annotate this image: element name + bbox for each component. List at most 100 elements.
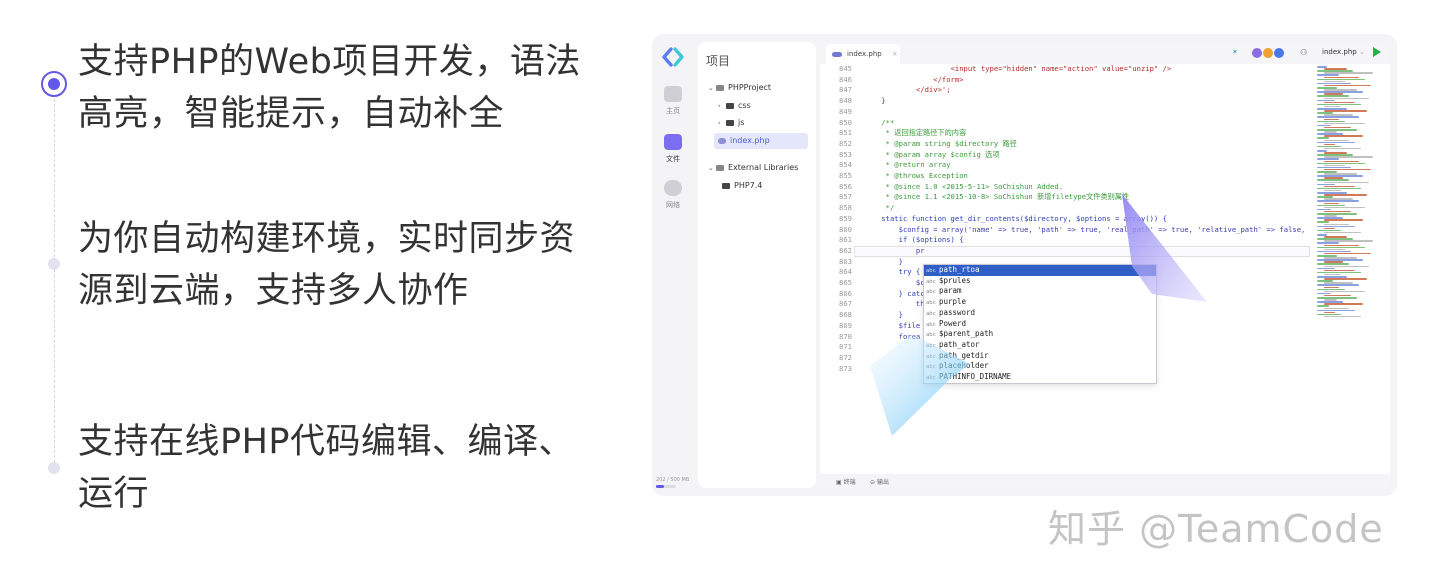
suggestion-kind: abc [926, 289, 936, 296]
tree-item-label: index.php [730, 136, 770, 145]
tree-item-label: PHPProject [728, 83, 772, 92]
minimap-line [1317, 246, 1365, 249]
line-number: 847 [839, 85, 852, 95]
project-tree: 项目 ⌄ PHPProject › css › js index.php ⌄ Exter… [698, 42, 816, 488]
feature-dot-3[interactable] [48, 462, 60, 474]
line-number: 851 [839, 128, 852, 138]
minimap-line [1324, 118, 1339, 120]
suggestion-item[interactable]: abc path_rtoa [924, 265, 1156, 276]
line-number: 854 [839, 160, 852, 170]
suggestion-text: $prules [938, 275, 971, 285]
line-number: 869 [839, 320, 852, 330]
code-text: } catc [864, 288, 925, 298]
tree-item-external-libraries[interactable]: ⌄ External Libraries [708, 160, 798, 176]
line-number: 855 [839, 171, 852, 180]
minimap-line [1317, 120, 1345, 123]
code-text: * @param array $config 选项 [864, 149, 1000, 159]
suggestion-item[interactable]: abc param [924, 286, 1156, 297]
code-text: $config = array('name' => true, 'path' =… [864, 224, 1306, 234]
suggestion-item[interactable]: abc $prules [924, 276, 1156, 287]
code-text: <input type="hidden" name="action" value… [864, 64, 1172, 73]
avatar[interactable] [1263, 48, 1273, 58]
suggestion-kind: abc [926, 300, 936, 307]
minimap-line [1324, 97, 1369, 99]
bottom-bar: ▣ 终端 ⊝ 输出 [820, 474, 1390, 488]
tab-index-php[interactable]: index.php × [826, 44, 900, 64]
feature-dot-1[interactable] [41, 71, 67, 97]
line-number: 849 [839, 106, 852, 116]
tree-item-js[interactable]: › js [718, 115, 744, 131]
avatar[interactable] [1274, 48, 1284, 58]
chevron-down-icon: ⌄ [708, 84, 714, 92]
minimap-line [1324, 286, 1339, 288]
bottom-output[interactable]: ⊝ 输出 [870, 477, 889, 486]
minimap-line [1317, 99, 1335, 102]
feature-dot-2[interactable] [48, 258, 60, 270]
run-icon[interactable] [1373, 47, 1381, 57]
code-text: * 返回指定路径下的内容 [864, 128, 967, 138]
suggestion-item[interactable]: abc placeholder [924, 361, 1156, 372]
minimap-line [1324, 269, 1355, 272]
minimap-line [1324, 147, 1361, 150]
rail-item-files[interactable]: 文件 [652, 134, 694, 164]
line-number: 866 [839, 288, 852, 298]
ide-rail: 主页 文件 网络 202 / 500 MB [652, 34, 694, 496]
tree-item-label: External Libraries [728, 163, 799, 172]
minimap-line [1317, 78, 1365, 81]
suggestion-item[interactable]: abc path_ator [924, 340, 1156, 351]
suggestion-kind: abc [926, 364, 936, 371]
feature-line: 支持PHP的Web项目开发，语法 [78, 42, 581, 82]
minimap-line [1324, 202, 1339, 204]
line-number: 870 [839, 331, 852, 341]
avatar[interactable] [1252, 48, 1262, 58]
suggestion-item[interactable]: abc path_getdir [924, 351, 1156, 362]
tree-item-css[interactable]: › css [718, 98, 751, 114]
tree-item-php74[interactable]: PHP7.4 [722, 178, 762, 194]
suggestion-item[interactable]: abc purple [924, 297, 1156, 308]
line-number: 861 [839, 235, 852, 245]
code-text: * @param string $directory 路径 [864, 138, 1017, 148]
line-number: 860 [839, 224, 852, 234]
minimap-line [1317, 179, 1349, 181]
folder-icon [726, 102, 734, 109]
bottom-terminal[interactable]: ▣ 终端 [836, 477, 856, 486]
autocomplete-popup[interactable]: abc path_rtoa abc $prules abc param abc purple a… [923, 264, 1157, 384]
users-icon[interactable]: ⚇ [1300, 48, 1307, 57]
minimap-line [1317, 221, 1329, 223]
code-text: */ [864, 203, 895, 213]
rail-item-network[interactable]: 网络 [652, 180, 694, 210]
minimap-line [1324, 231, 1361, 234]
library-icon [716, 164, 724, 171]
line-number: 873 [839, 363, 852, 373]
suggestion-item[interactable]: abc Powerd [924, 319, 1156, 330]
line-number: 864 [839, 267, 852, 277]
suggestion-text: password [938, 307, 976, 317]
suggestion-item[interactable]: abc password [924, 308, 1156, 319]
code-text: * @since 1.1 <2015-10-8> SoChishun 新增fil… [864, 192, 1130, 202]
php-badge-icon [832, 51, 842, 57]
tree-item-index-php[interactable]: index.php [714, 133, 808, 149]
run-target-select[interactable]: index.php ⌄ [1322, 48, 1365, 56]
close-icon[interactable]: × [892, 50, 898, 58]
minimap-line [1317, 200, 1359, 202]
tree-item-phpproject[interactable]: ⌄ PHPProject [708, 80, 771, 96]
code-text: try { [864, 267, 921, 277]
minimap-line [1324, 101, 1355, 104]
feature-line: 支持在线PHP代码编辑、编译、 [78, 422, 575, 462]
minimap-line [1324, 303, 1363, 305]
suggestion-text: placeholder [938, 361, 989, 371]
minimap-line [1317, 309, 1355, 312]
minimap-line [1324, 248, 1345, 251]
code-text: * @throws Exception [864, 171, 968, 180]
suggestion-item[interactable]: abc PATHINFO_DIRNAME [924, 372, 1156, 383]
suggestion-item[interactable]: abc $parent_path [924, 329, 1156, 340]
teamcode-logo-icon[interactable] [660, 44, 686, 70]
rail-item-home[interactable]: 主页 [652, 86, 694, 116]
line-number: 846 [839, 74, 852, 84]
minimap-line [1324, 315, 1361, 318]
sparkle-icon[interactable]: ✶ [1232, 48, 1238, 56]
minimap-line [1317, 74, 1339, 76]
code-text: } [864, 310, 903, 320]
minimap[interactable] [1315, 66, 1385, 318]
line-number: 850 [839, 117, 852, 127]
